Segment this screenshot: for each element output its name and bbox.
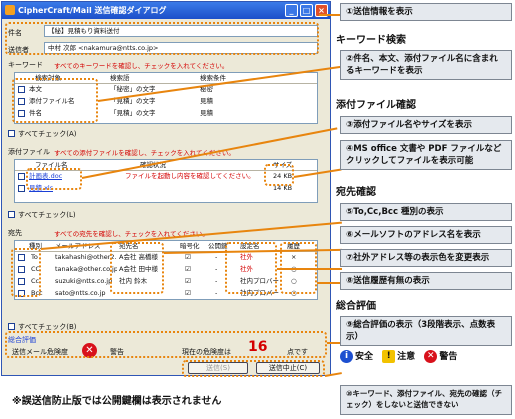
highlight-evaluation [5, 331, 327, 358]
attach-section-title: 添付ファイル [8, 148, 50, 156]
panel-send-info: ①送信情報を表示 [340, 3, 512, 21]
dest-row3-enc: ☑ [185, 277, 191, 285]
kw-row2-cond: 見積 [200, 97, 213, 105]
legend-warning: 警告 [439, 352, 458, 362]
dest-row2-enc: ☑ [185, 265, 191, 273]
kw-row3-word: 「見積」の文字 [110, 109, 156, 117]
caution-icon: ! [382, 350, 396, 363]
keyword-notice: すべてのキーワードを確認し、チェックを入れてください。 [54, 62, 229, 70]
panel-send-block: ⑩キーワード、添付ファイル、宛先の確認（チェック）をしないと送信できない [340, 385, 512, 415]
panel-dest-name: ⑥メールソフトのアドレス名を表示 [340, 226, 512, 244]
att-row2-check[interactable] [18, 185, 25, 192]
footnote: ※誤送信防止版では公開鍵欄は表示されません [12, 396, 222, 407]
heading-evaluation: 総合評価 [336, 301, 376, 312]
kw-row3-cond: 見積 [200, 109, 213, 117]
legend-safe: 安全 [355, 352, 374, 362]
dest-row1-enc: ☑ [185, 253, 191, 261]
info-icon: i [340, 350, 353, 363]
highlight-keyword-targets [12, 78, 98, 123]
dest-row2-addr: tanaka@other.co.jp [55, 265, 117, 273]
att-row1-check[interactable] [18, 173, 25, 180]
att-check-all-label[interactable]: すべてチェック(L) [18, 210, 76, 220]
title-bar: CipherCraft/Mail 送信確認ダイアログ _ □ × [2, 2, 330, 19]
highlight-dest-type [11, 248, 41, 297]
dest-section-title: 宛先 [8, 229, 22, 237]
keyword-section-title: キーワード [8, 61, 43, 69]
window-title: CipherCraft/Mail 送信確認ダイアログ [18, 6, 167, 15]
evaluation-legend: i 安全 ! 注意 ✕ 警告 [340, 349, 512, 367]
dest-check-all-box[interactable] [8, 323, 15, 330]
app-icon [5, 5, 15, 15]
panel-dest-history: ⑧送信履歴有無の表示 [340, 272, 512, 290]
dest-row3-key: - [215, 277, 218, 285]
panel-dest-type: ⑤To,Cc,Bcc 種別の表示 [340, 203, 512, 221]
dest-row4-enc: ☑ [185, 289, 191, 297]
kw-check-all-label[interactable]: すべてチェック(A) [18, 129, 76, 139]
panel-keyword: ②件名、本文、添付ファイル名に含まれるキーワードを表示 [340, 50, 512, 80]
highlight-send-info [5, 22, 319, 55]
highlight-attach-names [26, 168, 82, 190]
minimize-button[interactable]: _ [285, 4, 298, 17]
kw-check-all-box[interactable] [8, 130, 15, 137]
att-row1-status: ファイルを起動し内容を確認してください。 [125, 172, 255, 180]
warning-icon: ✕ [424, 350, 438, 363]
connector-8 [317, 282, 342, 284]
dest-row1-key: - [215, 253, 218, 261]
legend-caution: 注意 [397, 352, 416, 362]
heading-keyword-search: キーワード検索 [336, 35, 406, 46]
panel-dest-color: ⑦社外アドレス等の表示色を変更表示 [340, 249, 512, 267]
dest-header-enc: 暗号化 [180, 242, 200, 250]
dest-row3-addr: suzuki@ntts.co.jp [55, 277, 113, 285]
dest-row2-key: - [215, 265, 218, 273]
dest-row4-key: - [215, 289, 218, 297]
panel-attach-open: ④MS office 文書や PDF ファイルなどクリックしてファイルを表示可能 [340, 140, 512, 170]
highlight-dest-name [110, 242, 164, 294]
connector-7 [277, 268, 342, 270]
panel-attach-size: ③添付ファイル名やサイズを表示 [340, 116, 512, 134]
maximize-button[interactable]: □ [300, 4, 313, 17]
att-check-all-box[interactable] [8, 211, 15, 218]
highlight-attach-sizes [264, 164, 294, 186]
connector-1 [319, 14, 341, 16]
dest-row1-addr: takahashi@other2.c... [55, 253, 117, 261]
kw-header-word: 検索語 [110, 74, 130, 82]
heading-attach-check: 添付ファイル確認 [336, 100, 416, 111]
dest-row4-addr: sato@ntts.co.jp [55, 289, 106, 297]
highlight-buttons [182, 360, 325, 377]
heading-dest-check: 宛先確認 [336, 187, 376, 198]
panel-evaluation: ⑨総合評価の表示（3段階表示、点数表示） [340, 316, 512, 346]
